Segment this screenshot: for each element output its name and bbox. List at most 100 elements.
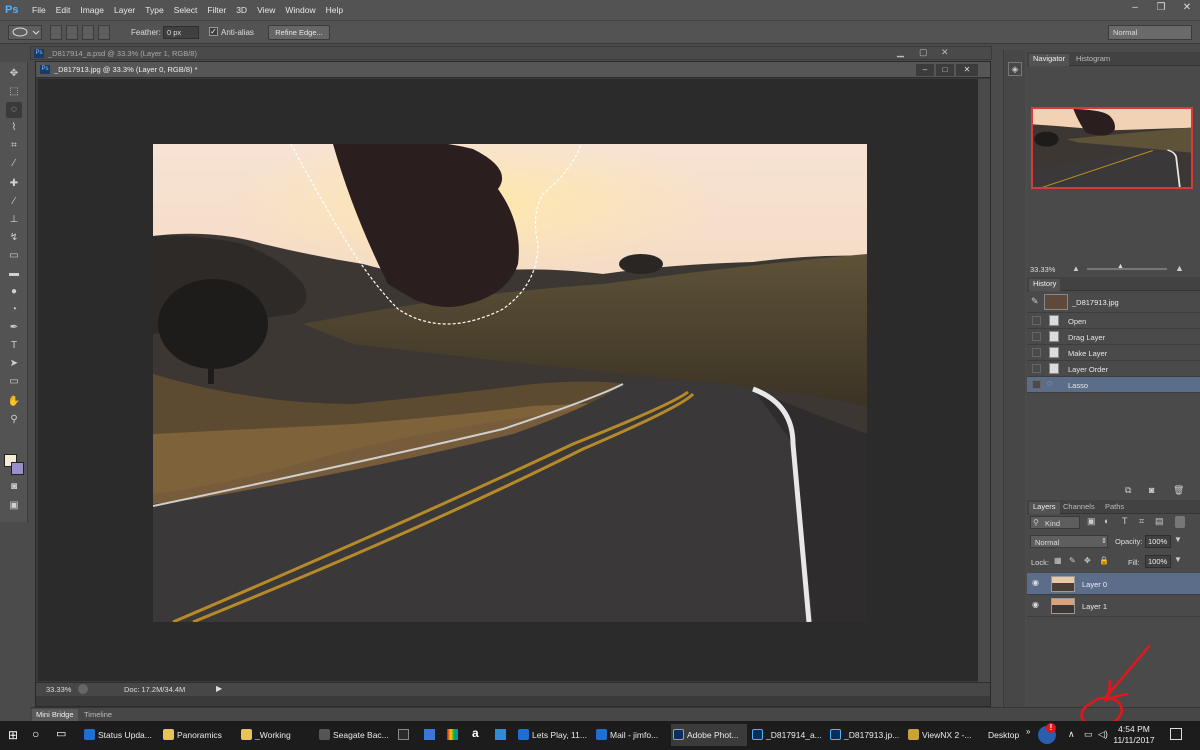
intersect-selection-icon[interactable] [98,25,110,40]
history-source-checkbox[interactable] [1032,316,1041,325]
photo-canvas[interactable] [153,144,867,622]
tab-history[interactable]: History [1029,279,1061,291]
menu-file[interactable]: File [27,5,51,15]
restore-icon[interactable]: □ [936,64,954,76]
menu-3d[interactable]: 3D [231,5,252,15]
network-icon[interactable]: ▭ [1084,729,1093,740]
taskbar-item[interactable]: _D817914_a... [750,724,826,746]
taskbar-item-active[interactable]: Adobe Phot... [671,724,747,746]
minimize-icon[interactable]: – [1122,0,1148,16]
dropbox-like-icon[interactable] [398,729,409,740]
healing-tool-icon[interactable]: ✚ [6,176,22,192]
layer-name[interactable]: Layer 0 [1082,580,1107,589]
history-source-checkbox[interactable] [1032,380,1041,389]
navigator-zoom[interactable]: 33.33% [1030,265,1055,274]
background-document-tab[interactable]: Ps _D817914_a.psd @ 33.3% (Layer 1, RGB/… [30,46,992,60]
history-brush-source-icon[interactable]: ✎ [1031,296,1039,307]
history-item-active[interactable]: ◌ Lasso [1027,377,1200,393]
taskbar-item[interactable]: Mail - jimfo... [594,724,670,746]
menu-view[interactable]: View [252,5,280,15]
brush-tool-icon[interactable]: ∕ [6,194,22,210]
dodge-tool-icon[interactable]: ◔ [6,302,22,318]
lock-image-icon[interactable]: ✎ [1069,556,1076,565]
history-item[interactable]: Make Layer [1027,345,1200,361]
desktop-toolbar[interactable]: Desktop [988,730,1019,740]
add-selection-icon[interactable] [66,25,78,40]
status-options-icon[interactable] [78,684,88,694]
workspace-select[interactable]: Normal [1108,25,1192,40]
menu-select[interactable]: Select [169,5,203,15]
taskbar-item[interactable]: Lets Play, 11... [516,724,592,746]
action-center-icon[interactable] [1170,728,1182,740]
menu-window[interactable]: Window [280,5,320,15]
layer-row[interactable]: ◉ Layer 1 [1027,595,1200,617]
cortana-icon[interactable]: ○ [32,727,39,741]
gradient-tool-icon[interactable]: ▬ [6,266,22,282]
history-source-checkbox[interactable] [1032,348,1041,357]
taskbar-item[interactable]: Panoramics [161,724,235,746]
3d-panel-icon[interactable]: ◈ [1008,62,1022,76]
zoom-in-icon[interactable]: ▲ [1175,263,1184,273]
opacity-dropdown-icon[interactable]: ▼ [1174,535,1182,544]
tab-navigator[interactable]: Navigator [1029,54,1070,66]
history-source-checkbox[interactable] [1032,332,1041,341]
chevron-right-icon[interactable]: » [1026,727,1030,736]
quick-mask-icon[interactable]: ◙ [6,479,22,495]
taskbar-item[interactable]: ViewNX 2 -... [906,724,982,746]
tab-channels[interactable]: Channels [1063,502,1095,511]
antialias-checkbox[interactable]: ✓ [209,27,218,36]
zoom-slider-handle[interactable]: ▲ [1117,263,1124,270]
zoom-out-icon[interactable]: ▲ [1072,264,1080,273]
task-view-icon[interactable]: ▭ [56,727,66,740]
restore-icon[interactable]: ❐ [1148,0,1174,16]
stamp-tool-icon[interactable]: ⊥ [6,212,22,228]
chrome-like-icon[interactable] [447,729,458,740]
layer-name[interactable]: Layer 1 [1082,602,1107,611]
type-tool-icon[interactable]: T [6,338,22,354]
menu-layer[interactable]: Layer [109,5,140,15]
pen-tool-icon[interactable]: ✒ [6,320,22,336]
screen-mode-icon[interactable]: ▣ [6,498,22,514]
minimize-icon[interactable]: ▁ [897,47,904,58]
navigator-preview[interactable] [1031,107,1193,189]
zoom-tool-icon[interactable]: ⚲ [6,412,22,428]
fill-dropdown-icon[interactable]: ▼ [1174,555,1182,564]
tab-timeline[interactable]: Timeline [84,710,112,719]
menu-filter[interactable]: Filter [202,5,231,15]
history-brush-tool-icon[interactable]: ↯ [6,230,22,246]
lock-position-icon[interactable]: ✥ [1084,556,1091,565]
blur-tool-icon[interactable]: ● [6,284,22,300]
dropbox-icon[interactable] [424,729,435,740]
crop-tool-icon[interactable]: ⌗ [6,138,22,154]
vertical-scrollbar[interactable] [978,79,990,682]
menu-help[interactable]: Help [321,5,348,15]
quick-select-tool-icon[interactable]: ⌇ [6,120,22,136]
system-clock[interactable]: 4:54 PM 11/11/2017 [1104,724,1164,746]
close-icon[interactable]: ✕ [956,64,978,76]
refine-edge-button[interactable]: Refine Edge... [268,25,330,40]
lock-all-icon[interactable]: 🔒 [1099,556,1109,565]
show-hidden-icons-icon[interactable]: ∧ [1068,729,1075,740]
marquee-tool-icon[interactable]: ⬚ [6,84,22,100]
layer-row[interactable]: ◉ Layer 0 [1027,573,1200,595]
eyedropper-tool-icon[interactable]: ⁄ [6,156,22,172]
path-select-tool-icon[interactable]: ➤ [6,356,22,372]
eye-icon[interactable]: ◉ [1032,601,1042,609]
opacity-input[interactable]: 100% [1145,535,1171,548]
amazon-icon[interactable]: a [472,726,479,740]
history-item[interactable]: Layer Order [1027,361,1200,377]
canvas-area[interactable] [38,79,978,681]
menu-type[interactable]: Type [140,5,168,15]
tab-layers[interactable]: Layers [1029,502,1060,514]
layer-blend-mode-select[interactable]: Normal ⇕ [1030,535,1108,548]
filter-kind-select[interactable]: ⚲ Kind [1030,516,1080,529]
pixel-filter-icon[interactable]: ▣ [1087,516,1096,527]
history-item[interactable]: Drag Layer [1027,329,1200,345]
close-icon[interactable]: ✕ [1174,0,1200,16]
taskbar-item[interactable]: _D817913.jp... [828,724,904,746]
history-snapshot[interactable]: ✎ _D817913.jpg [1027,291,1200,313]
feather-input[interactable]: 0 px [163,26,199,39]
new-selection-icon[interactable] [50,25,62,40]
background-color-swatch[interactable] [11,462,24,475]
shape-filter-icon[interactable]: ⌗ [1139,516,1144,527]
